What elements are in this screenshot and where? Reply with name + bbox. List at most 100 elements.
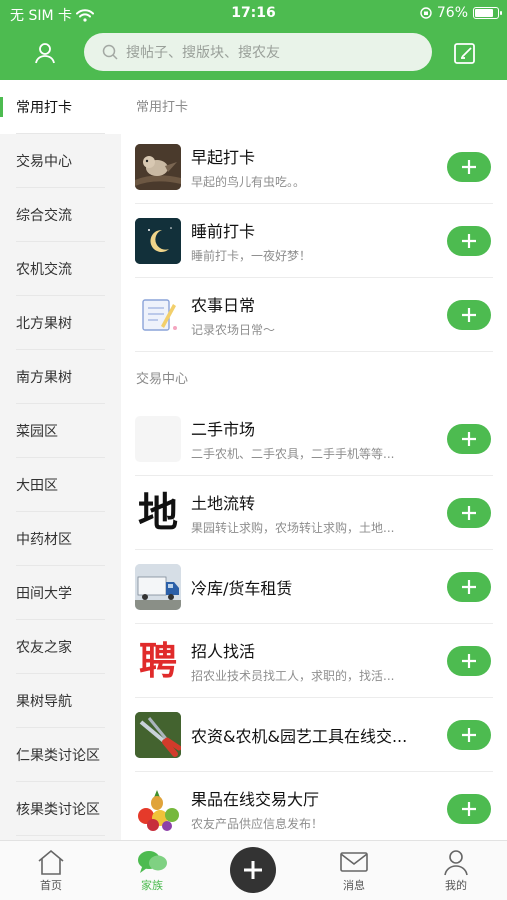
list-item[interactable]: 果品在线交易大厅 农友产品供应信息发布！: [121, 772, 507, 840]
item-name: 招人找活: [191, 642, 256, 661]
plus-icon: [462, 308, 476, 322]
plus-icon: [462, 432, 476, 446]
orientation-lock-icon: [420, 7, 432, 19]
sidebar-item-菜园区[interactable]: 菜园区: [0, 404, 121, 458]
sidebar-item-label: 农机交流: [16, 262, 72, 278]
sidebar-item-农友之家[interactable]: 农友之家: [0, 620, 121, 674]
item-desc: 招农业技术员找工人，求职的，找活...: [191, 669, 395, 683]
list-item[interactable]: 农事日常 记录农场日常～: [121, 278, 507, 352]
item-name: 冷库/货车租赁: [191, 579, 293, 598]
sidebar-item-常用打卡[interactable]: 常用打卡: [0, 80, 121, 134]
section-title: 常用打卡: [136, 99, 189, 115]
add-button[interactable]: [447, 720, 491, 750]
add-button[interactable]: [447, 572, 491, 602]
home-icon: [38, 849, 64, 875]
sidebar-item-南方果树[interactable]: 南方果树: [0, 350, 121, 404]
item-name: 农事日常: [191, 296, 256, 315]
search-placeholder: 搜帖子、搜版块、搜农友: [126, 45, 280, 61]
thumb-glyph: 聘: [138, 638, 177, 683]
plus-icon: [462, 580, 476, 594]
sidebar-item-label: 北方果树: [16, 316, 72, 332]
sidebar-item-label: 农友之家: [16, 640, 72, 656]
item-desc: 睡前打卡，一夜好梦！: [191, 249, 312, 263]
top-bar: 无 SIM 卡 17:16 76% 搜帖子、搜版块、搜农友: [0, 0, 507, 80]
edit-icon: [454, 43, 475, 64]
add-button[interactable]: [447, 152, 491, 182]
compose-button[interactable]: [448, 36, 482, 70]
tab-messages[interactable]: 消息: [314, 847, 394, 893]
add-button[interactable]: [447, 498, 491, 528]
item-desc: 记录农场日常～: [191, 323, 276, 337]
tab-family[interactable]: 家族: [112, 847, 192, 893]
status-right: 76%: [420, 5, 502, 21]
add-button[interactable]: [447, 424, 491, 454]
sidebar-item-label: 田间大学: [16, 586, 72, 602]
list-item[interactable]: 农资&农机&园艺工具在线交...: [121, 698, 507, 772]
add-button[interactable]: [447, 646, 491, 676]
notebook-thumb: [135, 292, 181, 338]
status-bar: 无 SIM 卡 17:16 76%: [0, 0, 507, 28]
sidebar-item-中药材区[interactable]: 中药材区: [0, 512, 121, 566]
mail-icon: [340, 852, 368, 872]
land-character-thumb: 地: [135, 490, 181, 536]
blank-thumb: [135, 416, 181, 462]
section-title: 交易中心: [136, 371, 189, 387]
list-item[interactable]: 早起打卡 早起的鸟儿有虫吃。。: [121, 130, 507, 204]
list-item[interactable]: 地 土地流转 果园转让求购，农场转让求购，土地...: [121, 476, 507, 550]
shears-thumb: [135, 712, 181, 758]
bird-thumb: [135, 144, 181, 190]
sidebar-item-北方果树[interactable]: 北方果树: [0, 296, 121, 350]
list-item[interactable]: 二手市场 二手农机、二手农具，二手手机等等...: [121, 402, 507, 476]
sidebar-item-田间大学[interactable]: 田间大学: [0, 566, 121, 620]
sidebar-item-label: 大田区: [16, 478, 58, 494]
sidebar-item-label: 菜园区: [16, 424, 58, 440]
thumb-glyph: 地: [138, 490, 178, 536]
sidebar-item-农机交流[interactable]: 农机交流: [0, 242, 121, 296]
sidebar-item-仁果类讨论区[interactable]: 仁果类讨论区: [0, 728, 121, 782]
item-name: 早起打卡: [191, 148, 256, 167]
plus-icon: [462, 234, 476, 248]
tab-label: 家族: [141, 879, 163, 892]
sidebar-item-label: 核果类讨论区: [16, 802, 100, 818]
hire-character-thumb: 聘: [135, 638, 181, 684]
sidebar-item-label: 中药材区: [16, 532, 72, 548]
item-desc: 农友产品供应信息发布！: [191, 817, 324, 831]
item-name: 二手市场: [191, 420, 256, 439]
add-button[interactable]: [447, 300, 491, 330]
plus-icon: [462, 654, 476, 668]
sidebar-item-大田区[interactable]: 大田区: [0, 458, 121, 512]
sidebar-item-label: 果树导航: [16, 694, 72, 710]
sidebar-item-果树导航[interactable]: 果树导航: [0, 674, 121, 728]
plus-icon: [462, 506, 476, 520]
sidebar-item-label: 交易中心: [16, 154, 72, 170]
sidebar-item-label: 仁果类讨论区: [16, 748, 100, 764]
list-item[interactable]: 冷库/货车租赁: [121, 550, 507, 624]
item-name: 睡前打卡: [191, 222, 256, 241]
sidebar-item-交易中心[interactable]: 交易中心: [0, 134, 121, 188]
chat-bubbles-icon: [138, 851, 167, 873]
user-icon: [444, 850, 468, 876]
add-button[interactable]: [447, 794, 491, 824]
item-name: 农资&农机&园艺工具在线交...: [191, 727, 408, 746]
list-item[interactable]: 聘 招人找活 招农业技术员找工人，求职的，找活...: [121, 624, 507, 698]
add-button[interactable]: [447, 226, 491, 256]
tab-mine[interactable]: 我的: [416, 847, 496, 893]
sidebar-item-综合交流[interactable]: 综合交流: [0, 188, 121, 242]
item-desc: 二手农机、二手农具，二手手机等等...: [191, 447, 395, 461]
category-sidebar: 常用打卡 交易中心 综合交流 农机交流 北方果树 南方果树 菜园区 大田区 中药…: [0, 80, 121, 840]
plus-icon: [462, 160, 476, 174]
sidebar-item-label: 南方果树: [16, 370, 72, 386]
sidebar-item-核果类讨论区[interactable]: 核果类讨论区: [0, 782, 121, 836]
bottom-tab-bar: 首页 家族 消息 我的: [0, 840, 507, 900]
battery-percent: 76%: [436, 5, 468, 21]
list-item[interactable]: 睡前打卡 睡前打卡，一夜好梦！: [121, 204, 507, 278]
profile-button[interactable]: [28, 36, 62, 70]
truck-thumb: [135, 564, 181, 610]
item-desc: 果园转让求购，农场转让求购，土地...: [191, 521, 395, 535]
sidebar-item-label: 综合交流: [16, 208, 72, 224]
tab-home[interactable]: 首页: [11, 847, 91, 893]
item-name: 果品在线交易大厅: [191, 790, 320, 809]
publish-button[interactable]: [230, 847, 276, 893]
search-input[interactable]: 搜帖子、搜版块、搜农友: [84, 33, 432, 71]
search-icon: [102, 44, 118, 60]
